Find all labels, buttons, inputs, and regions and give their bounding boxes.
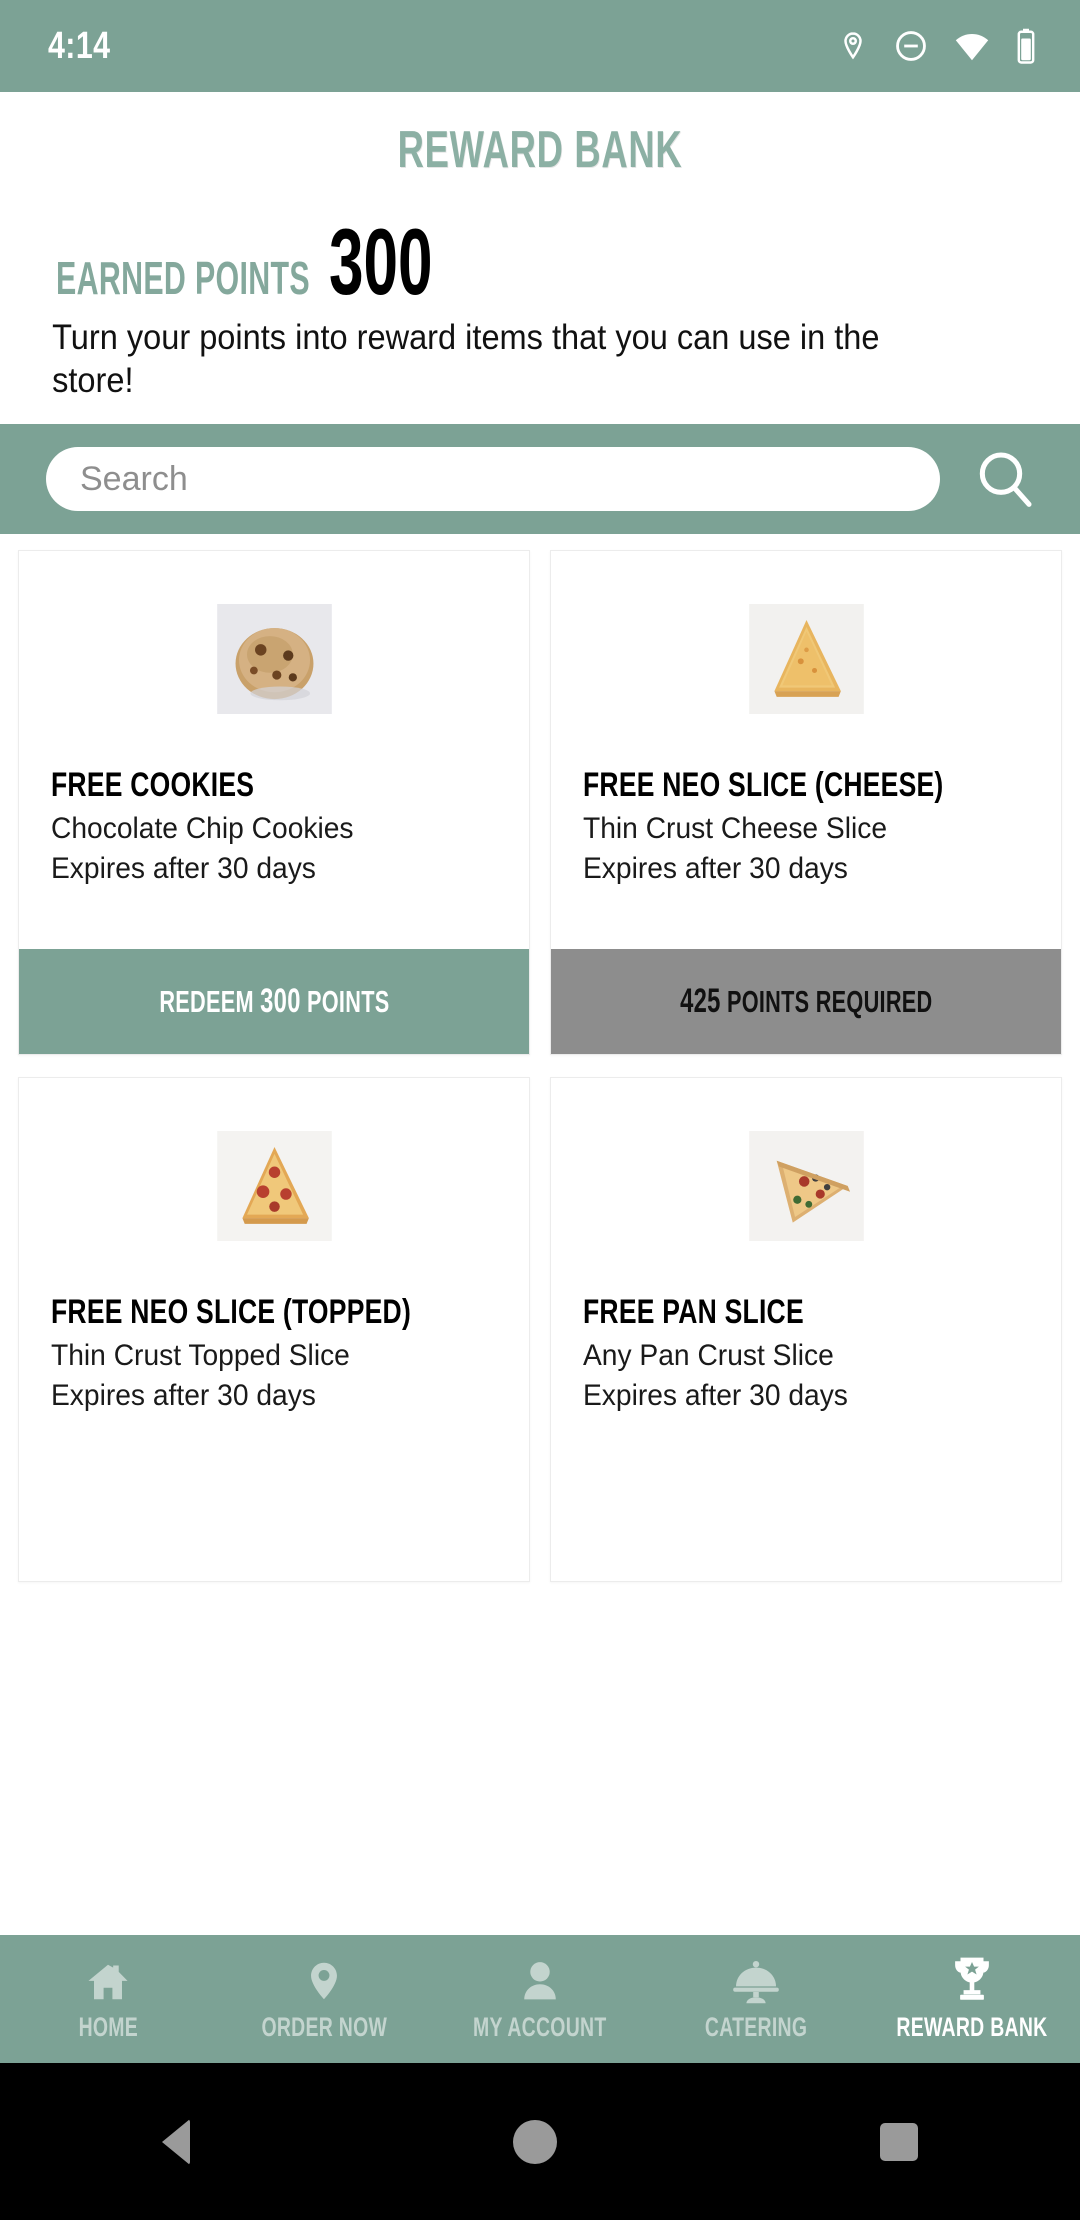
reward-description: Thin Crust Topped Slice xyxy=(51,1339,350,1373)
redeem-suffix: POINTS xyxy=(300,984,390,1020)
nav-label-reward-bank: REWARD BANK xyxy=(896,2012,1048,2042)
search-bar xyxy=(0,424,1080,535)
nav-item-order-now[interactable]: ORDER NOW xyxy=(216,1955,432,2043)
nav-label-home: HOME xyxy=(78,2012,138,2042)
required-suffix: POINTS REQUIRED xyxy=(720,984,933,1020)
page-tagline: Turn your points into reward items that … xyxy=(52,318,880,400)
reward-card[interactable]: FREE NEO SLICE (TOPPED) Thin Crust Toppe… xyxy=(18,1077,530,1583)
reward-card-body: FREE NEO SLICE (CHEESE) Thin Crust Chees… xyxy=(551,551,1061,949)
nav-item-catering[interactable]: CATERING xyxy=(648,1955,864,2043)
reward-card[interactable]: FREE COOKIES Chocolate Chip Cookies Expi… xyxy=(18,550,530,1056)
redeem-points: 300 xyxy=(259,982,301,1021)
redeem-button[interactable]: REDEEM 300 POINTS xyxy=(19,949,529,1055)
reward-card-body: FREE NEO SLICE (TOPPED) Thin Crust Toppe… xyxy=(19,1078,529,1581)
earned-points-label: EARNED POINTS xyxy=(56,252,310,304)
do-not-disturb-icon xyxy=(894,29,928,63)
reward-expiry: Expires after 30 days xyxy=(51,1378,316,1412)
reward-card-body: FREE COOKIES Chocolate Chip Cookies Expi… xyxy=(19,551,529,949)
reward-image-wrapper xyxy=(551,1078,1061,1293)
reward-title: FREE COOKIES xyxy=(51,766,255,805)
battery-icon xyxy=(1016,28,1036,64)
status-time: 4:14 xyxy=(48,24,111,67)
reward-image-wrapper xyxy=(19,551,529,766)
reward-card[interactable]: FREE PAN SLICE Any Pan Crust Slice Expir… xyxy=(550,1077,1062,1583)
nav-item-home[interactable]: HOME xyxy=(0,1955,216,2043)
search-input[interactable] xyxy=(46,447,940,512)
location-pin-icon xyxy=(303,1955,345,2005)
android-system-nav xyxy=(0,2063,1080,2220)
reward-image-wrapper xyxy=(19,1078,529,1293)
pepperoni-pizza-slice-image xyxy=(216,1130,332,1241)
page-title: REWARD BANK xyxy=(397,121,683,179)
back-icon[interactable] xyxy=(161,2118,190,2165)
redeem-prefix: REDEEM xyxy=(158,984,260,1020)
nav-item-my-account[interactable]: MY ACCOUNT xyxy=(432,1955,648,2043)
reward-expiry: Expires after 30 days xyxy=(583,1378,848,1412)
location-pin-icon xyxy=(838,28,868,64)
cloche-icon xyxy=(730,1955,782,2005)
reward-expiry: Expires after 30 days xyxy=(51,851,316,885)
reward-title: FREE NEO SLICE (CHEESE) xyxy=(583,766,944,805)
chocolate-chip-cookie-image xyxy=(216,603,332,714)
nav-label-order-now: ORDER NOW xyxy=(261,2012,387,2042)
home-icon xyxy=(83,1955,133,2005)
reward-expiry: Expires after 30 days xyxy=(583,851,848,885)
trophy-icon xyxy=(949,1955,995,2005)
reward-description: Any Pan Crust Slice xyxy=(583,1339,834,1373)
reward-description: Thin Crust Cheese Slice xyxy=(583,812,888,846)
status-bar: 4:14 xyxy=(0,0,1080,92)
reward-card[interactable]: FREE NEO SLICE (CHEESE) Thin Crust Chees… xyxy=(550,550,1062,1056)
nav-item-reward-bank[interactable]: REWARD BANK xyxy=(864,1955,1080,2043)
bottom-navigation: HOME ORDER NOW MY ACCOUNT CATERING REWAR xyxy=(0,1935,1080,2063)
nav-label-my-account: MY ACCOUNT xyxy=(473,2012,607,2042)
points-required-button[interactable]: 425 POINTS REQUIRED xyxy=(551,949,1061,1055)
reward-image-wrapper xyxy=(551,551,1061,766)
earned-points-value: 300 xyxy=(328,209,433,314)
person-icon xyxy=(518,1955,562,2005)
search-icon[interactable] xyxy=(966,440,1044,518)
rewards-grid: FREE COOKIES Chocolate Chip Cookies Expi… xyxy=(0,534,1080,1583)
status-icons xyxy=(838,28,1036,64)
required-points: 425 xyxy=(679,982,721,1021)
supreme-pizza-slice-image xyxy=(748,1130,864,1241)
wifi-icon xyxy=(954,31,990,61)
recents-icon[interactable] xyxy=(880,2122,919,2161)
reward-title: FREE NEO SLICE (TOPPED) xyxy=(51,1293,412,1332)
reward-description: Chocolate Chip Cookies xyxy=(51,812,354,846)
app-screen: 4:14 REWARD BANK EARNED POINTS 300 Turn … xyxy=(0,0,1080,2220)
nav-label-catering: CATERING xyxy=(704,2012,808,2042)
reward-title: FREE PAN SLICE xyxy=(583,1293,804,1332)
cheese-pizza-slice-image xyxy=(748,603,864,714)
earned-points-row: EARNED POINTS 300 xyxy=(0,180,1080,314)
page-header: REWARD BANK EARNED POINTS 300 Turn your … xyxy=(0,92,1080,403)
home-circle-icon[interactable] xyxy=(512,2119,557,2164)
reward-card-body: FREE PAN SLICE Any Pan Crust Slice Expir… xyxy=(551,1078,1061,1581)
